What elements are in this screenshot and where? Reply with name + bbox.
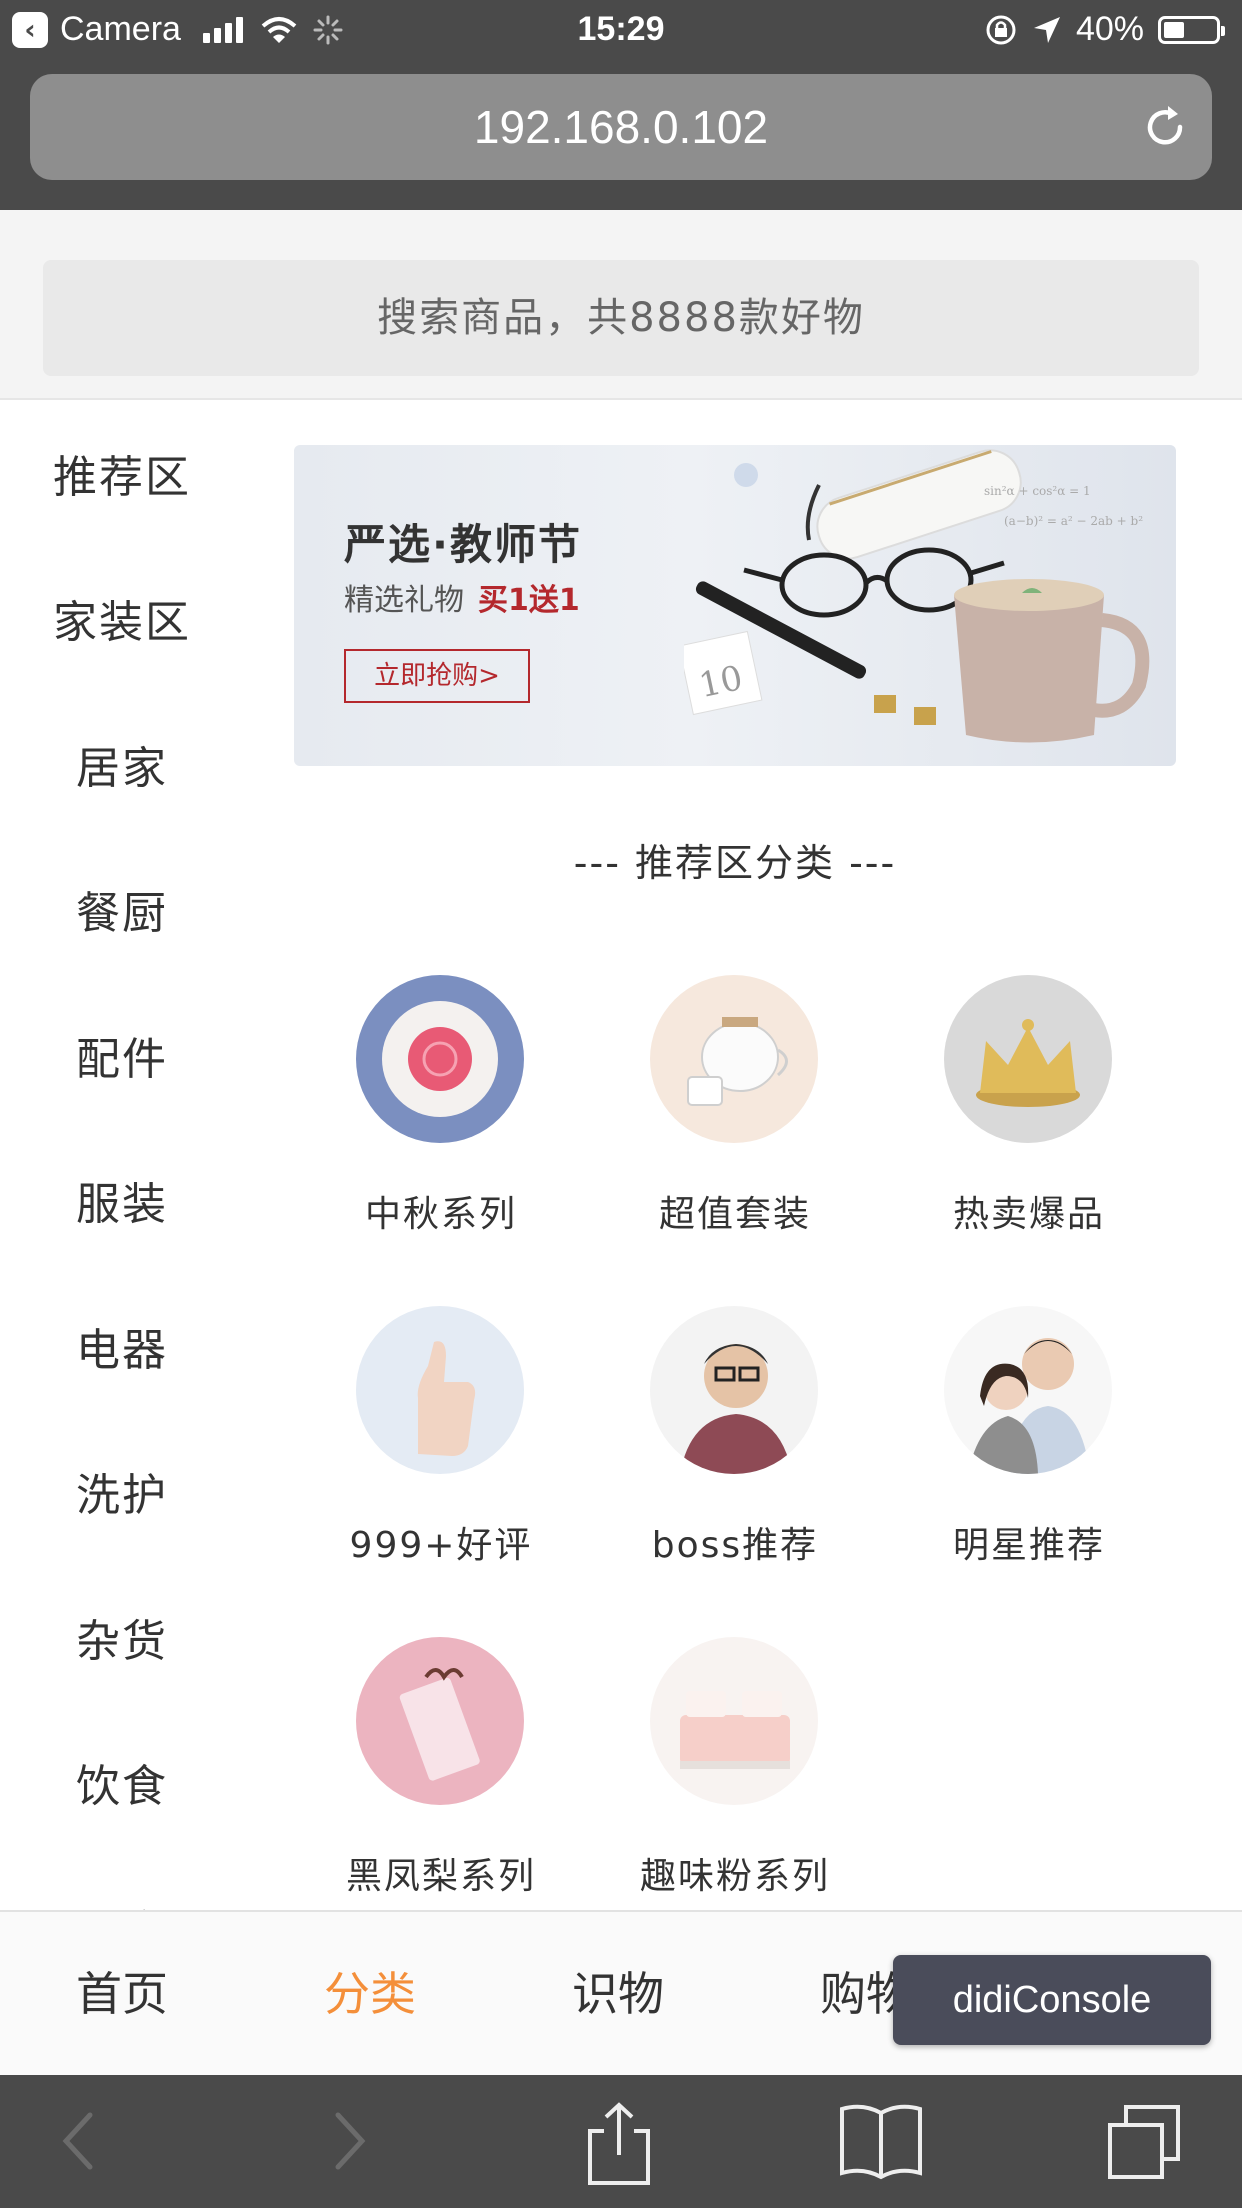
category-label: boss推荐 [651, 1525, 819, 1566]
svg-text:(a−b)² = a² − 2ab + b²: (a−b)² = a² − 2ab + b² [1004, 514, 1143, 528]
browser-address-area: 192.168.0.102 [0, 62, 1242, 210]
svg-text:sin²α + cos²α = 1: sin²α + cos²α = 1 [984, 484, 1091, 498]
category-label: 超值套装 [658, 1194, 811, 1235]
bookmarks-icon[interactable] [838, 2101, 924, 2181]
sidebar-item[interactable]: 餐厨 [0, 837, 244, 983]
search-input[interactable]: 搜索商品，共8888款好物 [43, 260, 1199, 376]
sidebar-item[interactable]: 饮食 [0, 1710, 244, 1856]
celebrity-couple-icon [944, 1306, 1112, 1474]
tabs-icon[interactable] [1106, 2101, 1184, 2181]
back-icon[interactable] [56, 2101, 100, 2181]
sidebar-item[interactable]: 推荐区 [0, 400, 244, 546]
thumbs-up-icon [356, 1306, 524, 1474]
crown-icon [944, 975, 1112, 1143]
buy-now-button[interactable]: 立即抢购> [344, 649, 530, 703]
boss-portrait-icon [650, 1306, 818, 1474]
mooncake-icon [356, 975, 524, 1143]
section-title: --- 推荐区分类 --- [573, 841, 897, 885]
category-item[interactable]: boss推荐 [588, 1306, 882, 1606]
teapot-icon [650, 975, 818, 1143]
category-sidebar: 推荐区家装区居家餐厨配件服装电器洗护杂货饮食婴童 [0, 400, 244, 1910]
sidebar-item[interactable]: 居家 [0, 691, 244, 837]
app-header: 搜索商品，共8888款好物 [0, 210, 1242, 400]
url-text: 192.168.0.102 [473, 101, 769, 153]
sidebar-item[interactable]: 婴童 [0, 1855, 244, 1910]
battery-percent: 40% [1075, 10, 1144, 48]
category-item[interactable]: 中秋系列 [294, 975, 588, 1275]
orientation-lock-icon [986, 15, 1016, 44]
reload-icon[interactable] [1140, 102, 1190, 152]
sidebar-item[interactable]: 电器 [0, 1273, 244, 1419]
banner-highlight: 买1送1 [478, 583, 580, 618]
location-arrow-icon [1033, 16, 1060, 43]
category-label: 999+好评 [349, 1525, 533, 1566]
banner-subtitle: 精选礼物 买1送1 [344, 575, 580, 619]
battery-icon [1158, 15, 1225, 44]
sidebar-item[interactable]: 配件 [0, 982, 244, 1128]
category-item[interactable]: 999+好评 [294, 1306, 588, 1606]
category-item[interactable]: 热卖爆品 [882, 975, 1176, 1275]
tab-item[interactable]: 首页 [22, 1912, 222, 2077]
category-item[interactable]: 明星推荐 [882, 1306, 1176, 1606]
banner-title: 严选·教师节 [344, 520, 582, 569]
forward-icon[interactable] [328, 2101, 372, 2181]
sidebar-item[interactable]: 服装 [0, 1128, 244, 1274]
category-label: 趣味粉系列 [639, 1856, 830, 1897]
address-bar[interactable]: 192.168.0.102 [30, 74, 1212, 180]
category-item[interactable]: 趣味粉系列 [588, 1637, 882, 1937]
category-label: 中秋系列 [364, 1194, 517, 1235]
banner-illustration: 10 sin²α + cos²α = 1 (a−b)² = a² − 2ab +… [684, 449, 1150, 743]
category-label: 黑凤梨系列 [345, 1856, 536, 1897]
pink-bed-icon [650, 1637, 818, 1805]
promo-banner[interactable]: 严选·教师节 精选礼物 买1送1 立即抢购> 10 sin²α + cos²α … [294, 445, 1176, 766]
sidebar-item[interactable]: 家装区 [0, 546, 244, 692]
didi-console-button[interactable]: didiConsole [893, 1955, 1211, 2045]
share-icon[interactable] [584, 2101, 654, 2187]
banner-subtitle-text: 精选礼物 [344, 583, 464, 618]
category-item[interactable]: 黑凤梨系列 [294, 1637, 588, 1937]
status-bar: ‹ Camera 15:29 40% [0, 0, 1242, 62]
sidebar-item[interactable]: 洗护 [0, 1419, 244, 1565]
browser-toolbar [0, 2075, 1242, 2208]
category-item[interactable]: 超值套装 [588, 975, 882, 1275]
category-label: 明星推荐 [952, 1525, 1105, 1566]
sidebar-item[interactable]: 杂货 [0, 1564, 244, 1710]
tab-item[interactable]: 分类 [270, 1912, 470, 2077]
gift-box-icon [356, 1637, 524, 1805]
tab-item[interactable]: 识物 [518, 1912, 718, 2077]
category-label: 热卖爆品 [952, 1194, 1105, 1235]
